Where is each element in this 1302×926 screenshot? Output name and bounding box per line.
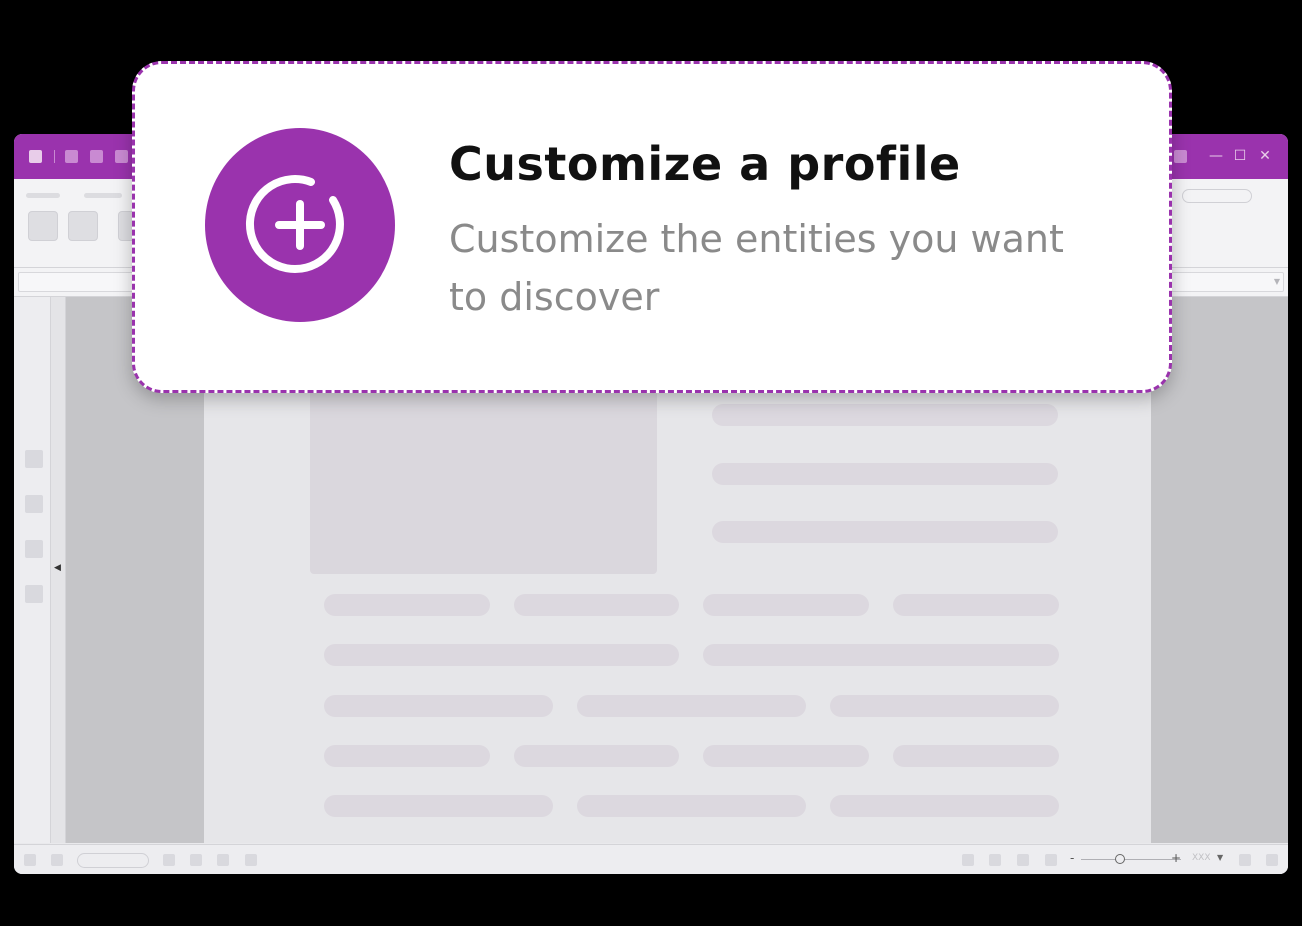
callout-subtitle: Customize the entities you want to disco…	[449, 217, 1064, 319]
nav-last-icon[interactable]	[245, 854, 257, 866]
text-placeholder	[577, 695, 806, 717]
add-circle-icon	[205, 128, 395, 322]
status-icon[interactable]	[51, 854, 63, 866]
collapse-arrow-icon[interactable]: ◀	[54, 563, 61, 573]
text-placeholder	[324, 745, 490, 767]
chevron-down-icon[interactable]: ▼	[1217, 853, 1223, 862]
maximize-icon[interactable]: ☐	[1232, 148, 1248, 164]
collapsed-side-panel: ◀	[51, 297, 66, 843]
image-placeholder	[310, 390, 657, 574]
text-placeholder	[703, 745, 869, 767]
feature-callout-card: Customize a profile Customize the entiti…	[132, 61, 1172, 393]
page-number-field[interactable]	[77, 853, 149, 868]
tool-icon[interactable]	[25, 450, 43, 468]
view-mode-icon[interactable]	[989, 854, 1001, 866]
zoom-out-button[interactable]: -	[1070, 851, 1074, 865]
minimize-icon[interactable]: —	[1208, 148, 1224, 164]
status-icon[interactable]	[24, 854, 36, 866]
status-bar: - + XXX ▼	[14, 844, 1288, 874]
view-mode-icon[interactable]	[1045, 854, 1057, 866]
quick-access-icon[interactable]	[65, 150, 78, 163]
left-toolbar	[14, 297, 51, 843]
text-placeholder	[514, 745, 679, 767]
text-placeholder	[577, 795, 806, 817]
text-placeholder	[514, 594, 679, 616]
zoom-slider-handle[interactable]	[1115, 854, 1125, 864]
zoom-in-button[interactable]: +	[1171, 851, 1181, 865]
text-placeholder	[703, 594, 869, 616]
titlebar-separator	[54, 150, 55, 163]
status-icon[interactable]	[1239, 854, 1251, 866]
text-placeholder	[324, 594, 490, 616]
add-circle-icon-graphic	[245, 175, 344, 273]
ribbon-tab[interactable]	[84, 193, 122, 198]
app-logo-icon	[29, 150, 42, 163]
callout-title: Customize a profile	[449, 137, 961, 191]
close-icon[interactable]: ✕	[1257, 148, 1273, 164]
text-placeholder	[712, 404, 1058, 426]
quick-access-icon[interactable]	[115, 150, 128, 163]
quick-access-icon[interactable]	[1174, 150, 1187, 163]
nav-prev-icon[interactable]	[190, 854, 202, 866]
view-mode-icon[interactable]	[1017, 854, 1029, 866]
text-placeholder	[324, 644, 679, 666]
ribbon-button[interactable]	[28, 211, 58, 241]
tool-icon[interactable]	[25, 495, 43, 513]
text-placeholder	[712, 521, 1058, 543]
tool-icon[interactable]	[25, 585, 43, 603]
text-placeholder	[712, 463, 1058, 485]
text-placeholder	[830, 795, 1059, 817]
chevron-down-icon[interactable]: ▼	[1274, 277, 1280, 286]
zoom-slider-track[interactable]	[1081, 859, 1181, 860]
quick-access-icon[interactable]	[90, 150, 103, 163]
text-placeholder	[830, 695, 1059, 717]
zoom-level[interactable]: XXX	[1192, 853, 1211, 863]
view-mode-icon[interactable]	[962, 854, 974, 866]
text-placeholder	[703, 644, 1059, 666]
ribbon-tab[interactable]	[26, 193, 60, 198]
text-placeholder	[324, 695, 553, 717]
nav-first-icon[interactable]	[163, 854, 175, 866]
nav-next-icon[interactable]	[217, 854, 229, 866]
ribbon-button[interactable]	[68, 211, 98, 241]
status-icon[interactable]	[1266, 854, 1278, 866]
tool-icon[interactable]	[25, 540, 43, 558]
text-placeholder	[893, 594, 1059, 616]
text-placeholder	[893, 745, 1059, 767]
text-placeholder	[324, 795, 553, 817]
ribbon-search-pill[interactable]	[1182, 189, 1252, 203]
